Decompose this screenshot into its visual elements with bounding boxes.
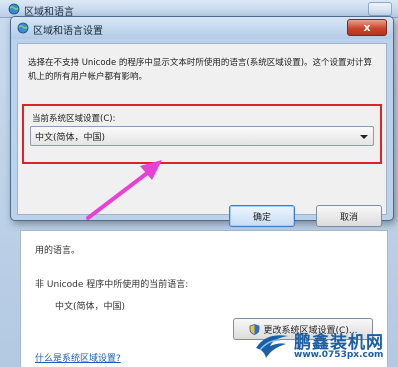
dialog-description: 选择在不支持 Unicode 的程序中显示文本时所使用的语言(系统区域设置)。这…	[28, 58, 373, 82]
system-locale-value: 中文(简体，中国)	[35, 132, 106, 143]
ok-button[interactable]: 确定	[229, 205, 295, 227]
dialog-body: 选择在不支持 Unicode 的程序中显示文本时所使用的语言(系统区域设置)。这…	[17, 43, 387, 227]
current-language-label: 非 Unicode 程序中所使用的当前语言:	[35, 280, 189, 290]
globe-icon	[17, 22, 29, 34]
dialog-title: 区域和语言设置	[33, 26, 103, 37]
highlight-box: 当前系统区域设置(C): 中文(简体，中国)	[22, 104, 382, 164]
system-locale-label: 当前系统区域设置(C):	[32, 114, 116, 124]
site-watermark: 鹏鑫装机网 www.0753px.com	[252, 326, 398, 367]
cancel-button[interactable]: 取消	[316, 205, 382, 227]
dialog-titlebar: 区域和语言设置 x	[11, 17, 393, 39]
chevron-down-icon	[360, 135, 368, 139]
site-logo	[256, 335, 288, 358]
system-locale-dropdown[interactable]: 中文(简体，中国)	[30, 126, 374, 146]
region-language-settings-dialog: 区域和语言设置 x 选择在不支持 Unicode 的程序中显示文本时所使用的语言…	[10, 16, 394, 227]
current-language-value: 中文(简体，中国)	[55, 302, 126, 312]
panel-text-top: 用的语言。	[35, 246, 81, 256]
globe-icon	[8, 3, 20, 15]
site-url: www.0753px.com	[294, 350, 384, 360]
help-link[interactable]: 什么是系统区域设置?	[35, 351, 121, 364]
dialog-close-button[interactable]: x	[347, 19, 387, 36]
parent-close-button[interactable]	[368, 2, 392, 16]
